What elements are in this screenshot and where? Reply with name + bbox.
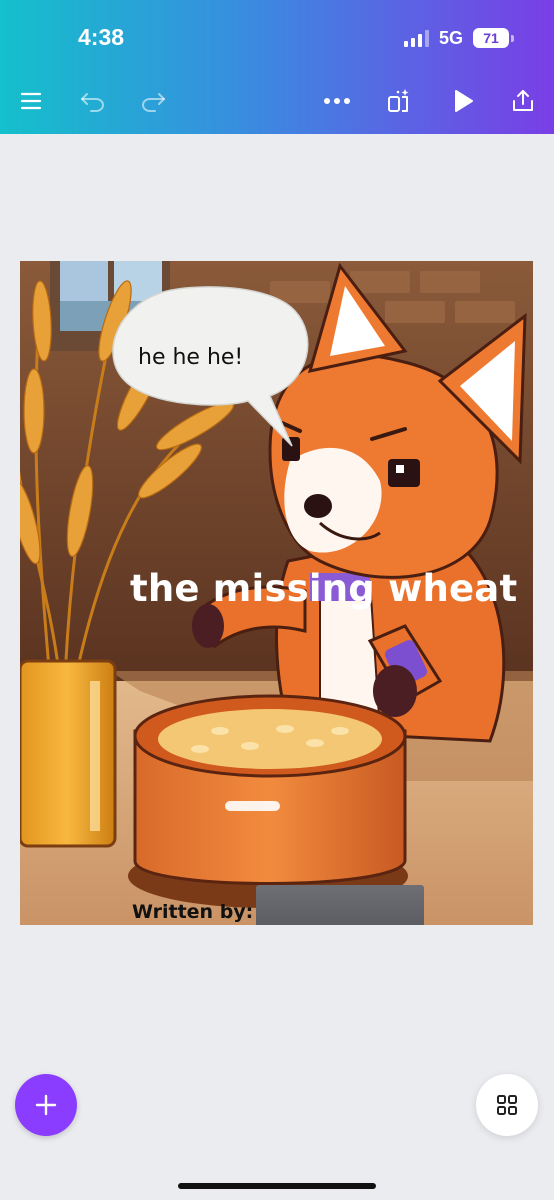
play-icon[interactable] bbox=[448, 86, 478, 116]
plus-icon bbox=[35, 1094, 57, 1116]
undo-icon[interactable] bbox=[78, 86, 108, 116]
battery-cap bbox=[511, 34, 514, 42]
status-time: 4:38 bbox=[78, 24, 125, 50]
status-indicators: 5G 71 bbox=[403, 26, 514, 50]
design-page[interactable]: he he he! the missing wheat Written by: bbox=[20, 261, 533, 925]
redo-icon[interactable] bbox=[138, 86, 168, 116]
speech-bubble-text[interactable]: he he he! bbox=[138, 345, 243, 370]
battery-level: 71 bbox=[483, 30, 499, 46]
magic-resize-icon[interactable] bbox=[384, 86, 414, 116]
pages-grid-button[interactable] bbox=[476, 1074, 538, 1136]
more-dots-icon[interactable] bbox=[322, 86, 352, 116]
battery-icon: 71 bbox=[473, 28, 509, 48]
top-bar: 4:38 5G 71 bbox=[0, 0, 554, 134]
home-indicator bbox=[178, 1183, 376, 1189]
hamburger-menu-icon[interactable] bbox=[16, 86, 46, 116]
design-title[interactable]: the missing wheat bbox=[130, 567, 530, 610]
grid-icon bbox=[497, 1095, 517, 1115]
network-label: 5G bbox=[438, 27, 463, 48]
share-upload-icon[interactable] bbox=[508, 86, 538, 116]
byline-text[interactable]: Written by: bbox=[132, 901, 253, 923]
signal-icon bbox=[403, 29, 429, 47]
redacted-author-box bbox=[256, 885, 424, 925]
add-element-button[interactable] bbox=[15, 1074, 77, 1136]
